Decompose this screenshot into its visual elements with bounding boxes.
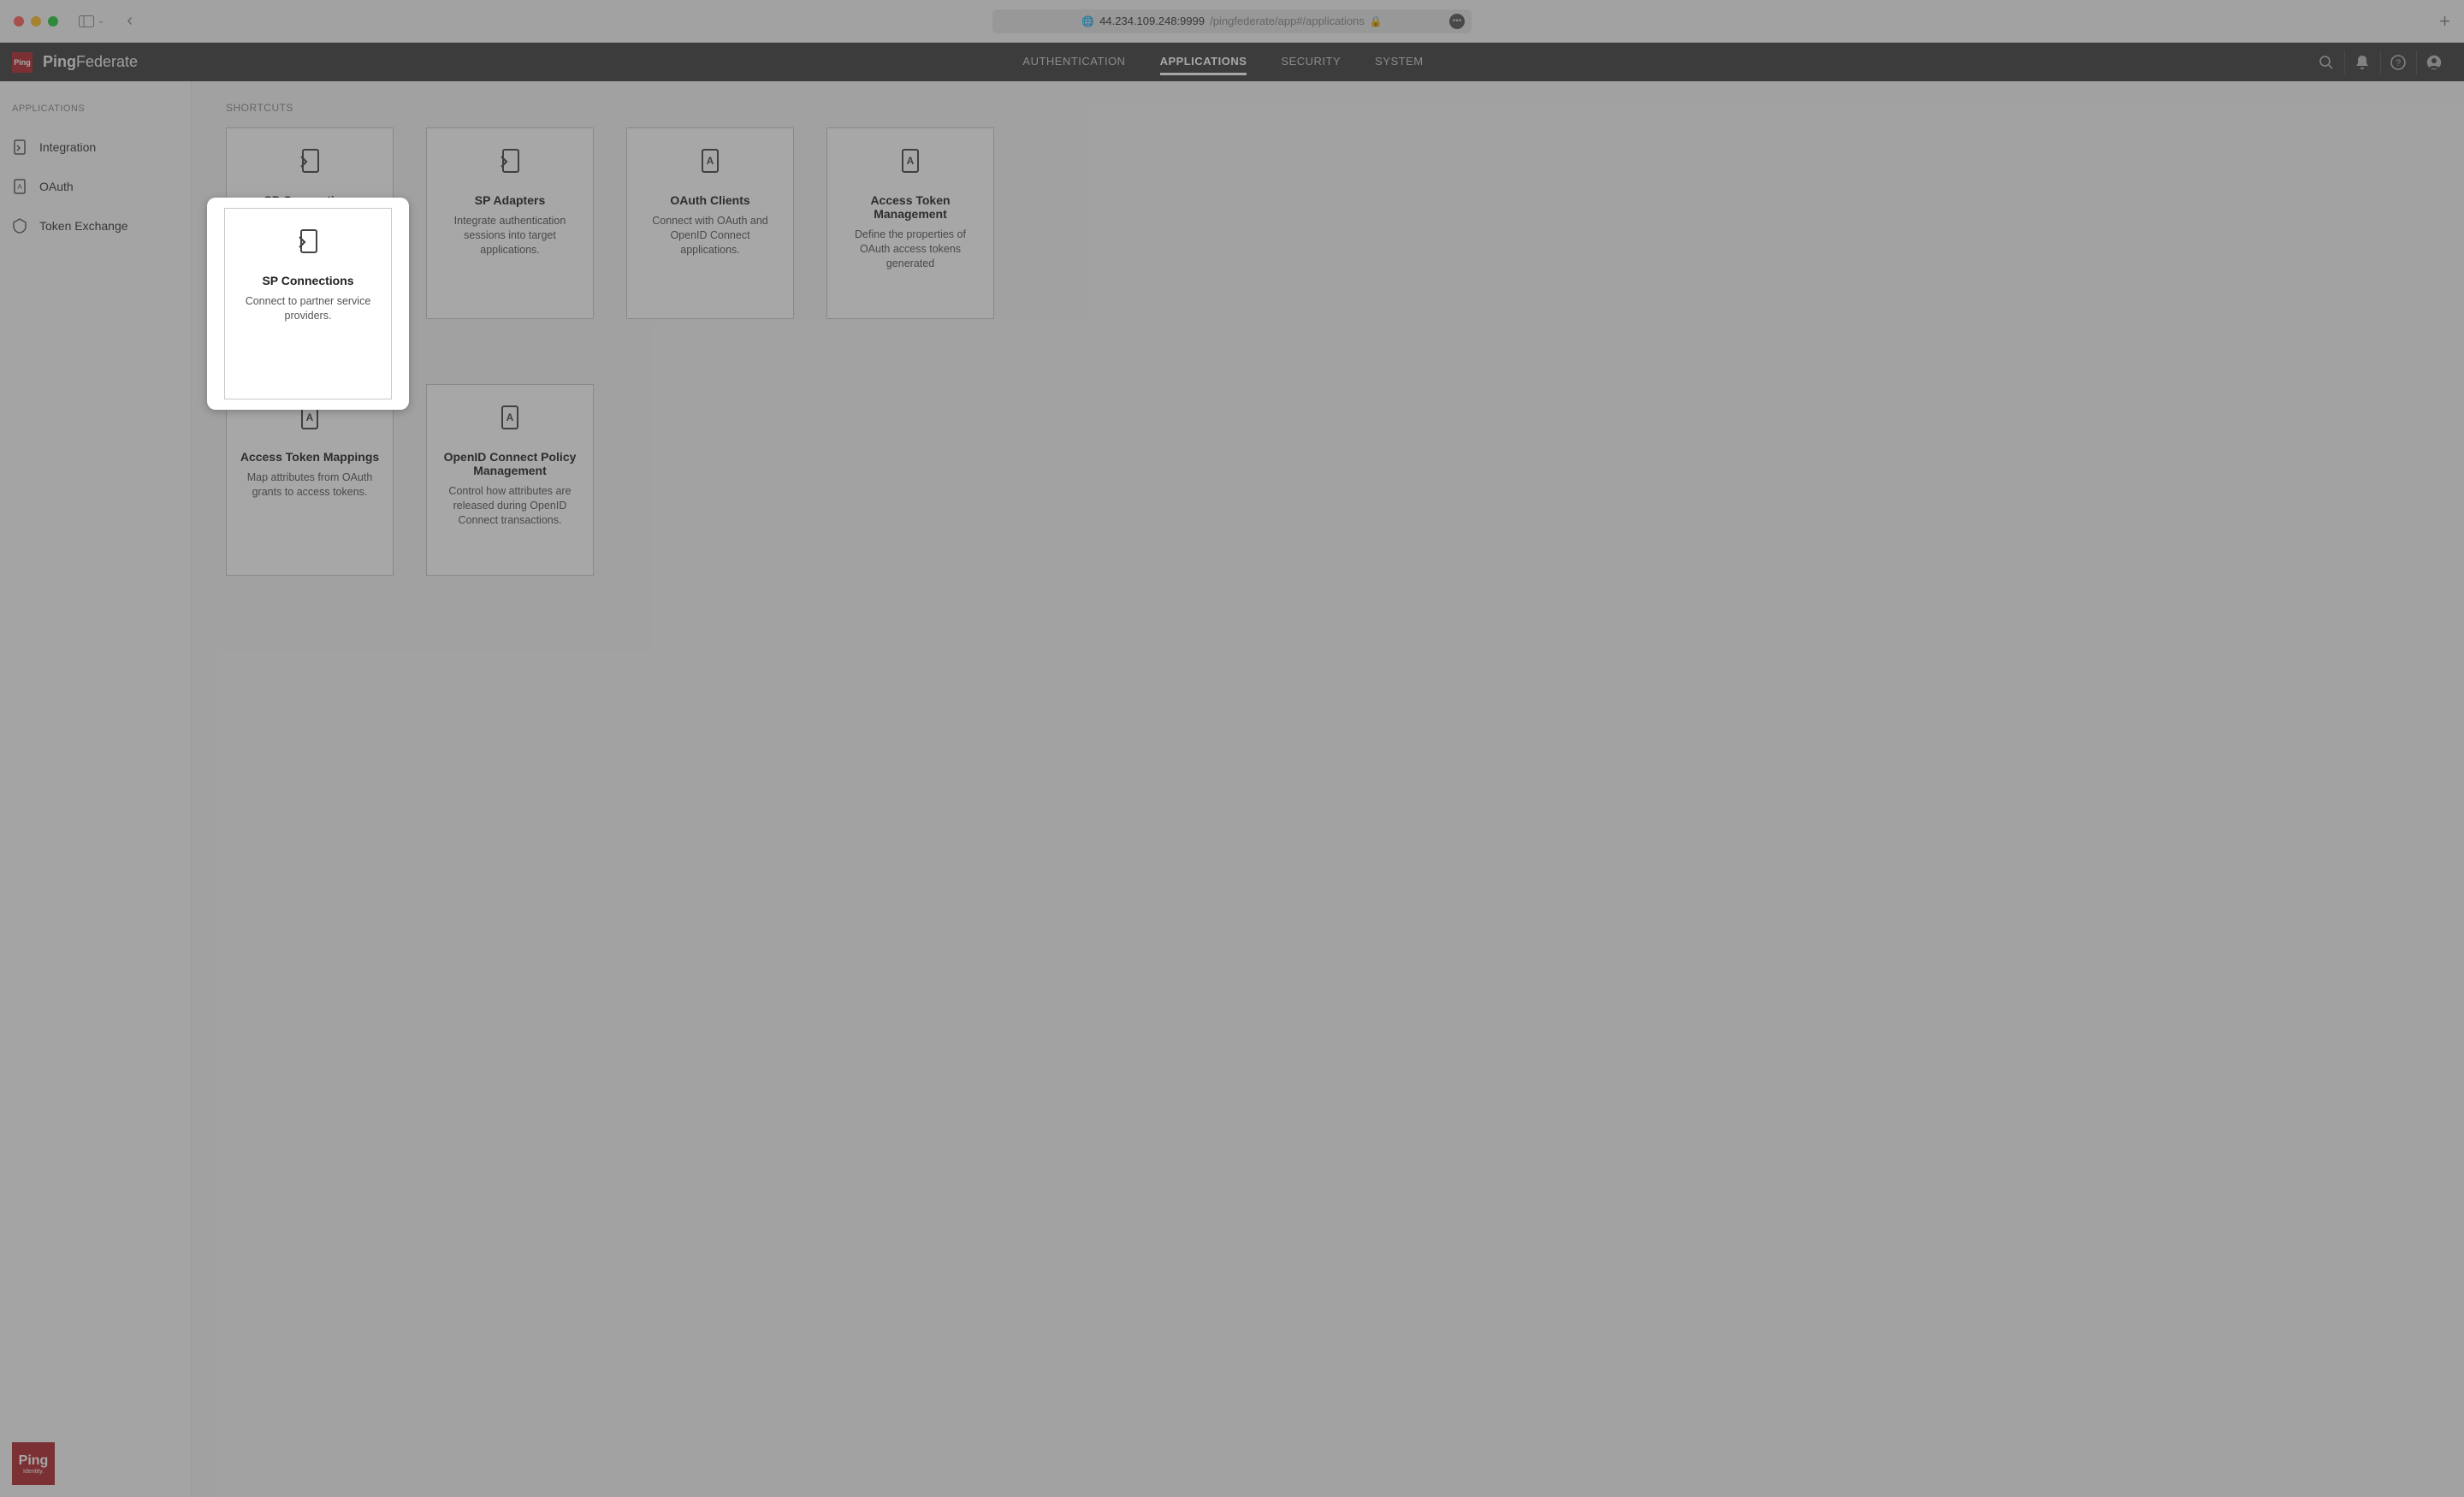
oauth-icon: A (12, 179, 27, 194)
section-heading-shortcuts: SHORTCUTS (226, 102, 2430, 114)
sidebar-item-token-exchange[interactable]: Token Exchange (0, 206, 191, 246)
card-desc: Define the properties of OAuth access to… (839, 228, 981, 271)
card-access-token-management[interactable]: A Access Token Management Define the pro… (826, 127, 994, 319)
chevron-left-icon: ‹ (127, 11, 133, 30)
card-desc: Connect to partner service providers. (237, 294, 379, 323)
back-button[interactable]: ‹ (127, 11, 133, 31)
card-title: SP Adapters (475, 193, 545, 207)
top-nav: AUTHENTICATION APPLICATIONS SECURITY SYS… (1022, 50, 1423, 75)
sidebar-toggle-button[interactable]: ⌄ (79, 15, 104, 27)
highlight-sp-connections: SP Connections Connect to partner servic… (207, 198, 409, 410)
main-content: SHORTCUTS SP Connections Connect to part… (192, 81, 2464, 1497)
user-icon (2426, 55, 2442, 70)
browser-chrome: ⌄ ‹ 🌐 44.234.109.248:9999/pingfederate/a… (0, 0, 2464, 43)
card-desc: Integrate authentication sessions into t… (439, 214, 581, 257)
nav-security[interactable]: SECURITY (1281, 50, 1341, 75)
card-oauth-clients[interactable]: A OAuth Clients Connect with OAuth and O… (626, 127, 794, 319)
new-tab-button[interactable]: + (2439, 10, 2450, 33)
sidebar-item-integration[interactable]: Integration (0, 127, 191, 167)
sp-connections-icon (296, 228, 320, 253)
brand-logo: Ping (12, 52, 33, 73)
sidebar-footer: Ping Identity. (12, 1442, 55, 1485)
sidebar-item-label: Integration (39, 140, 96, 154)
address-host: 44.234.109.248:9999 (1099, 15, 1205, 27)
help-icon: ? (2390, 55, 2406, 70)
svg-text:A: A (907, 155, 915, 167)
access-token-management-icon: A (898, 147, 922, 173)
oauth-clients-icon: A (698, 147, 722, 173)
search-icon (2319, 55, 2334, 70)
card-title: Access Token Mappings (240, 450, 379, 464)
token-exchange-icon (12, 218, 27, 234)
address-menu-button[interactable]: ••• (1449, 14, 1465, 29)
sp-connections-icon (298, 147, 322, 173)
card-access-token-mappings[interactable]: A Access Token Mappings Map attributes f… (226, 384, 394, 576)
card-sp-adapters[interactable]: SP Adapters Integrate authentication ses… (426, 127, 594, 319)
account-button[interactable] (2416, 50, 2452, 74)
svg-text:A: A (707, 155, 714, 167)
sidebar-heading: APPLICATIONS (0, 98, 191, 127)
sidebar-panel-icon (79, 15, 94, 27)
plus-icon: + (2439, 10, 2450, 32)
sidebar-item-label: Token Exchange (39, 219, 128, 233)
maximize-window-icon[interactable] (48, 16, 58, 27)
ping-badge-sub: Identity. (23, 1469, 44, 1475)
sidebar-item-oauth[interactable]: A OAuth (0, 167, 191, 206)
card-title: Access Token Management (839, 193, 981, 221)
card-desc: Connect with OAuth and OpenID Connect ap… (639, 214, 781, 257)
svg-text:A: A (306, 411, 314, 423)
header-icons: ? (2308, 50, 2452, 74)
card-sp-connections-highlighted[interactable]: SP Connections Connect to partner servic… (224, 208, 392, 399)
card-title: OpenID Connect Policy Management (439, 450, 581, 477)
svg-text:?: ? (2396, 58, 2401, 68)
notifications-button[interactable] (2344, 50, 2380, 74)
brand-name-bold: Ping (43, 53, 76, 70)
svg-text:A: A (506, 411, 514, 423)
chevron-down-icon: ⌄ (98, 16, 104, 26)
sidebar-item-label: OAuth (39, 180, 74, 193)
address-path: /pingfederate/app#/applications (1210, 15, 1365, 27)
close-window-icon[interactable] (14, 16, 24, 27)
card-desc: Control how attributes are released duri… (439, 484, 581, 528)
sp-adapters-icon (498, 147, 522, 173)
ping-identity-badge: Ping Identity. (12, 1442, 55, 1485)
help-button[interactable]: ? (2380, 50, 2416, 74)
nav-system[interactable]: SYSTEM (1375, 50, 1423, 75)
search-button[interactable] (2308, 50, 2344, 74)
integration-icon (12, 139, 27, 155)
app-header: Ping PingFederate AUTHENTICATION APPLICA… (0, 43, 2464, 81)
ellipsis-icon: ••• (1453, 16, 1462, 26)
lock-icon: 🔒 (1370, 15, 1383, 27)
shortcuts-grid: SP Connections Connect to partner servic… (226, 127, 2430, 576)
ping-badge-title: Ping (19, 1453, 49, 1469)
sidebar: APPLICATIONS Integration A OAuth Token E… (0, 81, 192, 1497)
minimize-window-icon[interactable] (31, 16, 41, 27)
brand-name-light: Federate (76, 53, 138, 70)
card-openid-connect-policy[interactable]: A OpenID Connect Policy Management Contr… (426, 384, 594, 576)
bell-icon (2355, 55, 2369, 70)
svg-text:A: A (17, 183, 22, 191)
globe-icon: 🌐 (1081, 15, 1094, 27)
card-desc: Map attributes from OAuth grants to acce… (239, 470, 381, 500)
brand-name: PingFederate (43, 53, 138, 71)
window-controls (14, 16, 58, 27)
card-title: OAuth Clients (670, 193, 749, 207)
address-bar[interactable]: 🌐 44.234.109.248:9999/pingfederate/app#/… (992, 9, 1472, 33)
nav-authentication[interactable]: AUTHENTICATION (1022, 50, 1125, 75)
nav-applications[interactable]: APPLICATIONS (1160, 50, 1247, 75)
card-title: SP Connections (262, 274, 353, 287)
openid-connect-policy-icon: A (498, 404, 522, 429)
